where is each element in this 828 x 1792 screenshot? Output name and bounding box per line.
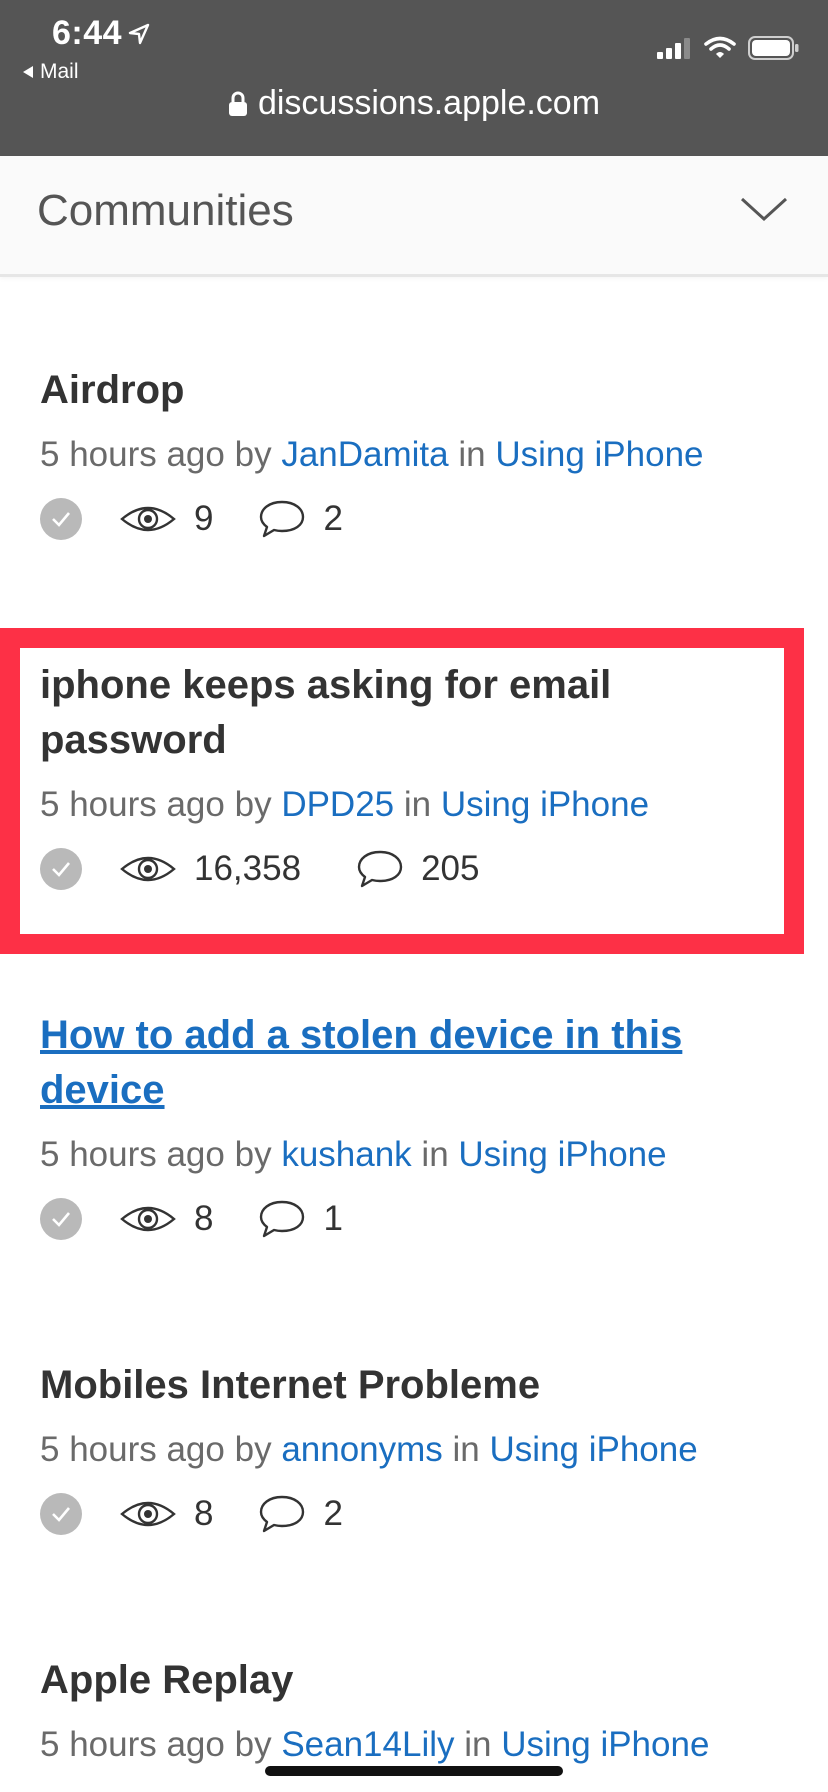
thread-meta: 5 hours ago by annonyms in Using iPhone <box>40 1427 780 1473</box>
back-to-mail-button[interactable]: Mail <box>22 60 79 84</box>
home-indicator[interactable] <box>265 1766 563 1776</box>
thread-title[interactable]: Mobiles Internet Probleme <box>40 1358 780 1413</box>
replies-bubble-icon <box>260 500 305 538</box>
views-count: 9 <box>120 499 213 539</box>
thread-stats: 8 1 <box>40 1196 780 1242</box>
replies-value: 2 <box>323 1494 343 1533</box>
battery-icon <box>748 36 799 60</box>
views-count: 8 <box>120 1199 213 1239</box>
in-label: in <box>403 785 432 824</box>
views-count: 8 <box>120 1494 213 1534</box>
views-value: 9 <box>194 499 214 538</box>
thread-stats: 16,358 205 <box>40 846 780 892</box>
by-label: by <box>234 785 272 824</box>
by-label: by <box>234 435 272 474</box>
thread-item[interactable]: How to add a stolen device in this devic… <box>40 1008 780 1242</box>
communities-title: Communities <box>37 186 294 235</box>
communities-menu[interactable]: Communities <box>0 156 828 277</box>
lock-icon <box>228 91 247 116</box>
views-eye-icon <box>120 506 176 532</box>
replies-count: 2 <box>259 1494 343 1534</box>
thread-meta: 5 hours ago by kushank in Using iPhone <box>40 1132 780 1178</box>
thread-item-highlighted[interactable]: iphone keeps asking for email password 5… <box>40 658 780 892</box>
views-eye-icon <box>120 1501 176 1527</box>
by-label: by <box>234 1430 272 1469</box>
replies-bubble-icon <box>260 1495 305 1533</box>
replies-bubble-icon <box>357 850 403 888</box>
thread-title[interactable]: Apple Replay <box>40 1653 780 1708</box>
author-link[interactable]: DPD25 <box>281 785 394 824</box>
replies-count: 205 <box>357 849 479 889</box>
location-arrow-icon <box>128 23 150 44</box>
replies-value: 2 <box>323 499 343 538</box>
author-link[interactable]: kushank <box>281 1135 411 1174</box>
community-link[interactable]: Using iPhone <box>490 1430 698 1469</box>
thread-meta: 5 hours ago by Sean14Lily in Using iPhon… <box>40 1722 780 1768</box>
clock-time: 6:44 <box>52 14 123 52</box>
replies-value: 1 <box>323 1199 343 1238</box>
views-value: 8 <box>194 1494 214 1533</box>
thread-time: 5 hours ago <box>40 785 225 824</box>
thread-stats: 8 2 <box>40 1491 780 1537</box>
replies-value: 205 <box>421 849 480 888</box>
thread-time: 5 hours ago <box>40 1430 225 1469</box>
thread-title[interactable]: Airdrop <box>40 363 780 418</box>
solved-check-icon <box>40 1198 82 1240</box>
in-label: in <box>452 1430 480 1469</box>
in-label: in <box>421 1135 449 1174</box>
community-link[interactable]: Using iPhone <box>458 1135 666 1174</box>
views-value: 16,358 <box>194 849 302 888</box>
in-label: in <box>458 435 486 474</box>
back-label: Mail <box>40 60 79 83</box>
author-link[interactable]: JanDamita <box>281 435 448 474</box>
author-link[interactable]: annonyms <box>281 1430 442 1469</box>
views-count: 16,358 <box>120 849 301 889</box>
by-label: by <box>234 1725 272 1764</box>
back-triangle-icon <box>23 66 33 78</box>
chevron-down-icon[interactable] <box>740 196 788 222</box>
clock: 6:44 <box>52 14 150 53</box>
thread-meta: 5 hours ago by DPD25 in Using iPhone <box>40 782 780 828</box>
thread-item[interactable]: Apple Replay 5 hours ago by Sean14Lily i… <box>40 1653 780 1768</box>
thread-item[interactable]: Mobiles Internet Probleme 5 hours ago by… <box>40 1358 780 1537</box>
views-eye-icon <box>120 1206 176 1232</box>
in-label: in <box>464 1725 492 1764</box>
thread-meta: 5 hours ago by JanDamita in Using iPhone <box>40 432 780 478</box>
solved-check-icon <box>40 848 82 890</box>
views-eye-icon <box>120 856 176 882</box>
by-label: by <box>234 1135 272 1174</box>
solved-check-icon <box>40 1493 82 1535</box>
author-link[interactable]: Sean14Lily <box>281 1725 454 1764</box>
solved-check-icon <box>40 498 82 540</box>
views-value: 8 <box>194 1199 214 1238</box>
thread-title-link[interactable]: How to add a stolen device in this devic… <box>40 1008 780 1118</box>
replies-bubble-icon <box>260 1200 305 1238</box>
thread-item[interactable]: Airdrop 5 hours ago by JanDamita in Usin… <box>40 363 780 542</box>
status-icons <box>656 36 800 60</box>
wifi-icon <box>704 36 736 58</box>
thread-time: 5 hours ago <box>40 1135 225 1174</box>
community-link[interactable]: Using iPhone <box>495 435 703 474</box>
browser-status-bar: 6:44 Mail discussions.apple.com <box>0 0 828 156</box>
replies-count: 2 <box>259 499 343 539</box>
signal-icon <box>657 38 690 59</box>
thread-title[interactable]: iphone keeps asking for email password <box>40 658 780 768</box>
thread-stats: 9 2 <box>40 496 780 542</box>
replies-count: 1 <box>259 1199 343 1239</box>
community-link[interactable]: Using iPhone <box>441 785 649 824</box>
thread-time: 5 hours ago <box>40 435 225 474</box>
address-bar[interactable]: discussions.apple.com <box>0 84 828 123</box>
url-text: discussions.apple.com <box>257 84 601 122</box>
thread-time: 5 hours ago <box>40 1725 225 1764</box>
community-link[interactable]: Using iPhone <box>501 1725 709 1764</box>
